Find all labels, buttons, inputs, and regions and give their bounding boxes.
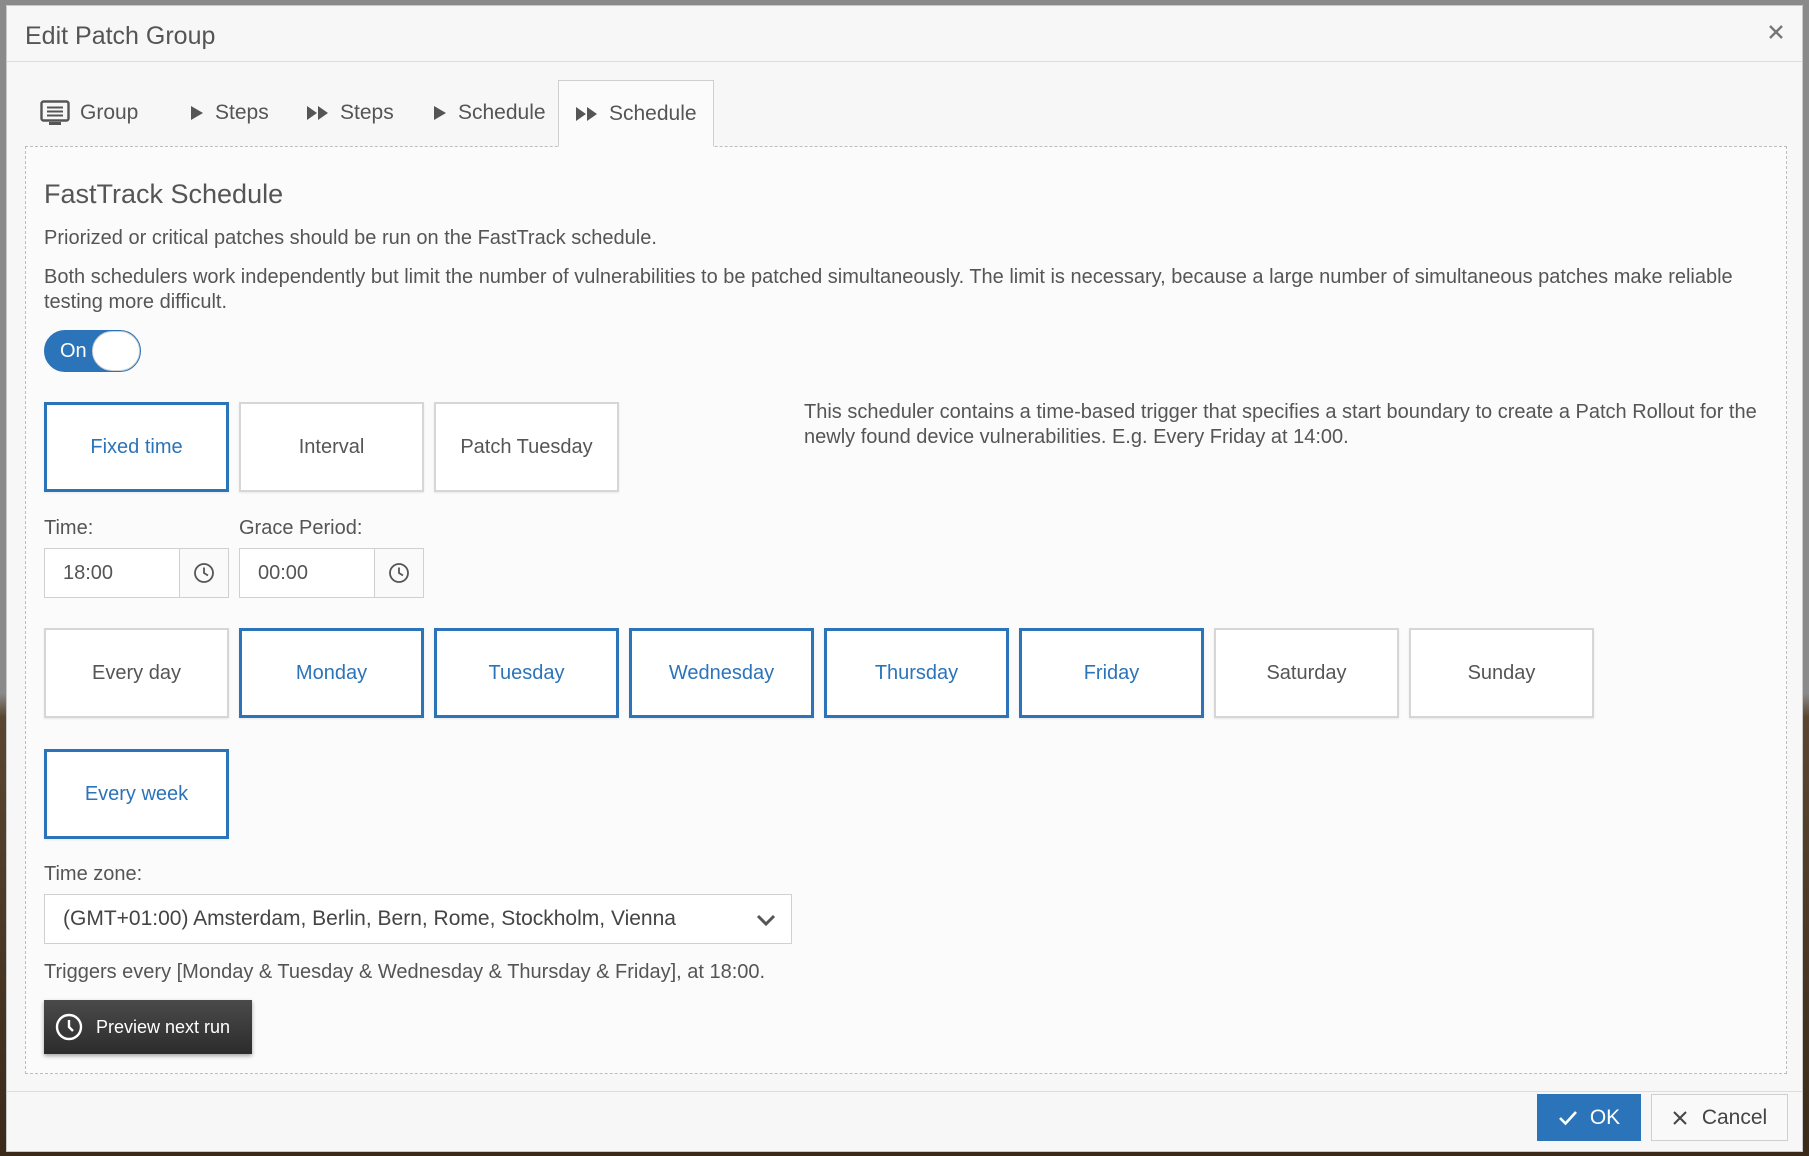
- trigger-interval-button[interactable]: Interval: [239, 402, 424, 492]
- trigger-patch-tuesday-button[interactable]: Patch Tuesday: [434, 402, 619, 492]
- play-icon: [191, 106, 203, 120]
- ok-button[interactable]: OK: [1537, 1094, 1641, 1141]
- time-zone-value: (GMT+01:00) Amsterdam, Berlin, Bern, Rom…: [63, 907, 676, 930]
- dialog-footer: [7, 1091, 1802, 1152]
- time-zone-select[interactable]: (GMT+01:00) Amsterdam, Berlin, Bern, Rom…: [44, 894, 792, 944]
- tab-label: Schedule: [609, 101, 697, 125]
- toggle-label: On: [60, 340, 87, 362]
- section-heading: FastTrack Schedule: [44, 179, 284, 209]
- close-icon: [1673, 1110, 1687, 1125]
- dialog-title: Edit Patch Group: [25, 22, 216, 50]
- toggle-knob: [92, 331, 140, 371]
- day-tuesday-button[interactable]: Tuesday: [434, 628, 619, 718]
- time-input[interactable]: [45, 549, 183, 597]
- tab-fasttrack-steps[interactable]: Steps: [306, 80, 394, 146]
- tab-schedule[interactable]: Schedule: [432, 80, 546, 146]
- day-friday-button[interactable]: Friday: [1019, 628, 1204, 718]
- chevron-down-icon: [755, 909, 777, 936]
- close-icon[interactable]: [1762, 18, 1790, 46]
- tab-fasttrack-schedule[interactable]: Schedule: [558, 80, 714, 147]
- tab-bar: Group Steps Steps Schedule Schedule: [7, 80, 1802, 147]
- grace-period-input[interactable]: [240, 549, 378, 597]
- preview-next-run-button[interactable]: Preview next run: [44, 1000, 252, 1054]
- grace-period-label: Grace Period:: [239, 517, 363, 539]
- clock-icon[interactable]: [179, 549, 228, 597]
- trigger-summary: Triggers every [Monday & Tuesday & Wedne…: [44, 961, 766, 983]
- ok-label: OK: [1589, 1105, 1621, 1129]
- check-icon: [1558, 1110, 1577, 1125]
- fast-forward-icon: [307, 106, 328, 120]
- section-note: Both schedulers work independently but l…: [44, 266, 1733, 313]
- day-wednesday-button[interactable]: Wednesday: [629, 628, 814, 718]
- tab-group[interactable]: Group: [40, 80, 138, 146]
- day-every-day-button[interactable]: Every day: [44, 628, 229, 718]
- fast-forward-icon: [576, 106, 597, 121]
- tab-label: Group: [80, 101, 139, 124]
- tab-steps[interactable]: Steps: [189, 80, 269, 146]
- edit-patch-group-dialog: Edit Patch Group Group Steps Steps Sched…: [6, 5, 1803, 1152]
- day-monday-button[interactable]: Monday: [239, 628, 424, 718]
- monitor-icon: [40, 100, 70, 125]
- dialog-titlebar: Edit Patch Group: [7, 6, 1802, 62]
- time-picker: [44, 548, 229, 598]
- enable-toggle[interactable]: On: [44, 330, 141, 372]
- cancel-label: Cancel: [1701, 1105, 1768, 1129]
- schedule-panel: FastTrack Schedule Priorized or critical…: [25, 146, 1787, 1074]
- trigger-fixed-time-button[interactable]: Fixed time: [44, 402, 229, 492]
- tab-label: Steps: [215, 101, 269, 124]
- day-saturday-button[interactable]: Saturday: [1214, 628, 1399, 718]
- trigger-description: This scheduler contains a time-based tri…: [804, 401, 1757, 448]
- tab-label: Steps: [340, 101, 394, 124]
- grace-period-picker: [239, 548, 424, 598]
- day-thursday-button[interactable]: Thursday: [824, 628, 1009, 718]
- tab-label: Schedule: [458, 101, 546, 124]
- clock-icon: [55, 1013, 83, 1041]
- every-week-button[interactable]: Every week: [44, 749, 229, 839]
- preview-label: Preview next run: [96, 1016, 231, 1037]
- time-zone-label: Time zone:: [44, 863, 143, 885]
- section-intro: Priorized or critical patches should be …: [44, 227, 657, 249]
- clock-icon[interactable]: [374, 549, 423, 597]
- time-label: Time:: [44, 517, 94, 539]
- play-icon: [434, 106, 446, 120]
- day-sunday-button[interactable]: Sunday: [1409, 628, 1594, 718]
- cancel-button[interactable]: Cancel: [1651, 1094, 1788, 1141]
